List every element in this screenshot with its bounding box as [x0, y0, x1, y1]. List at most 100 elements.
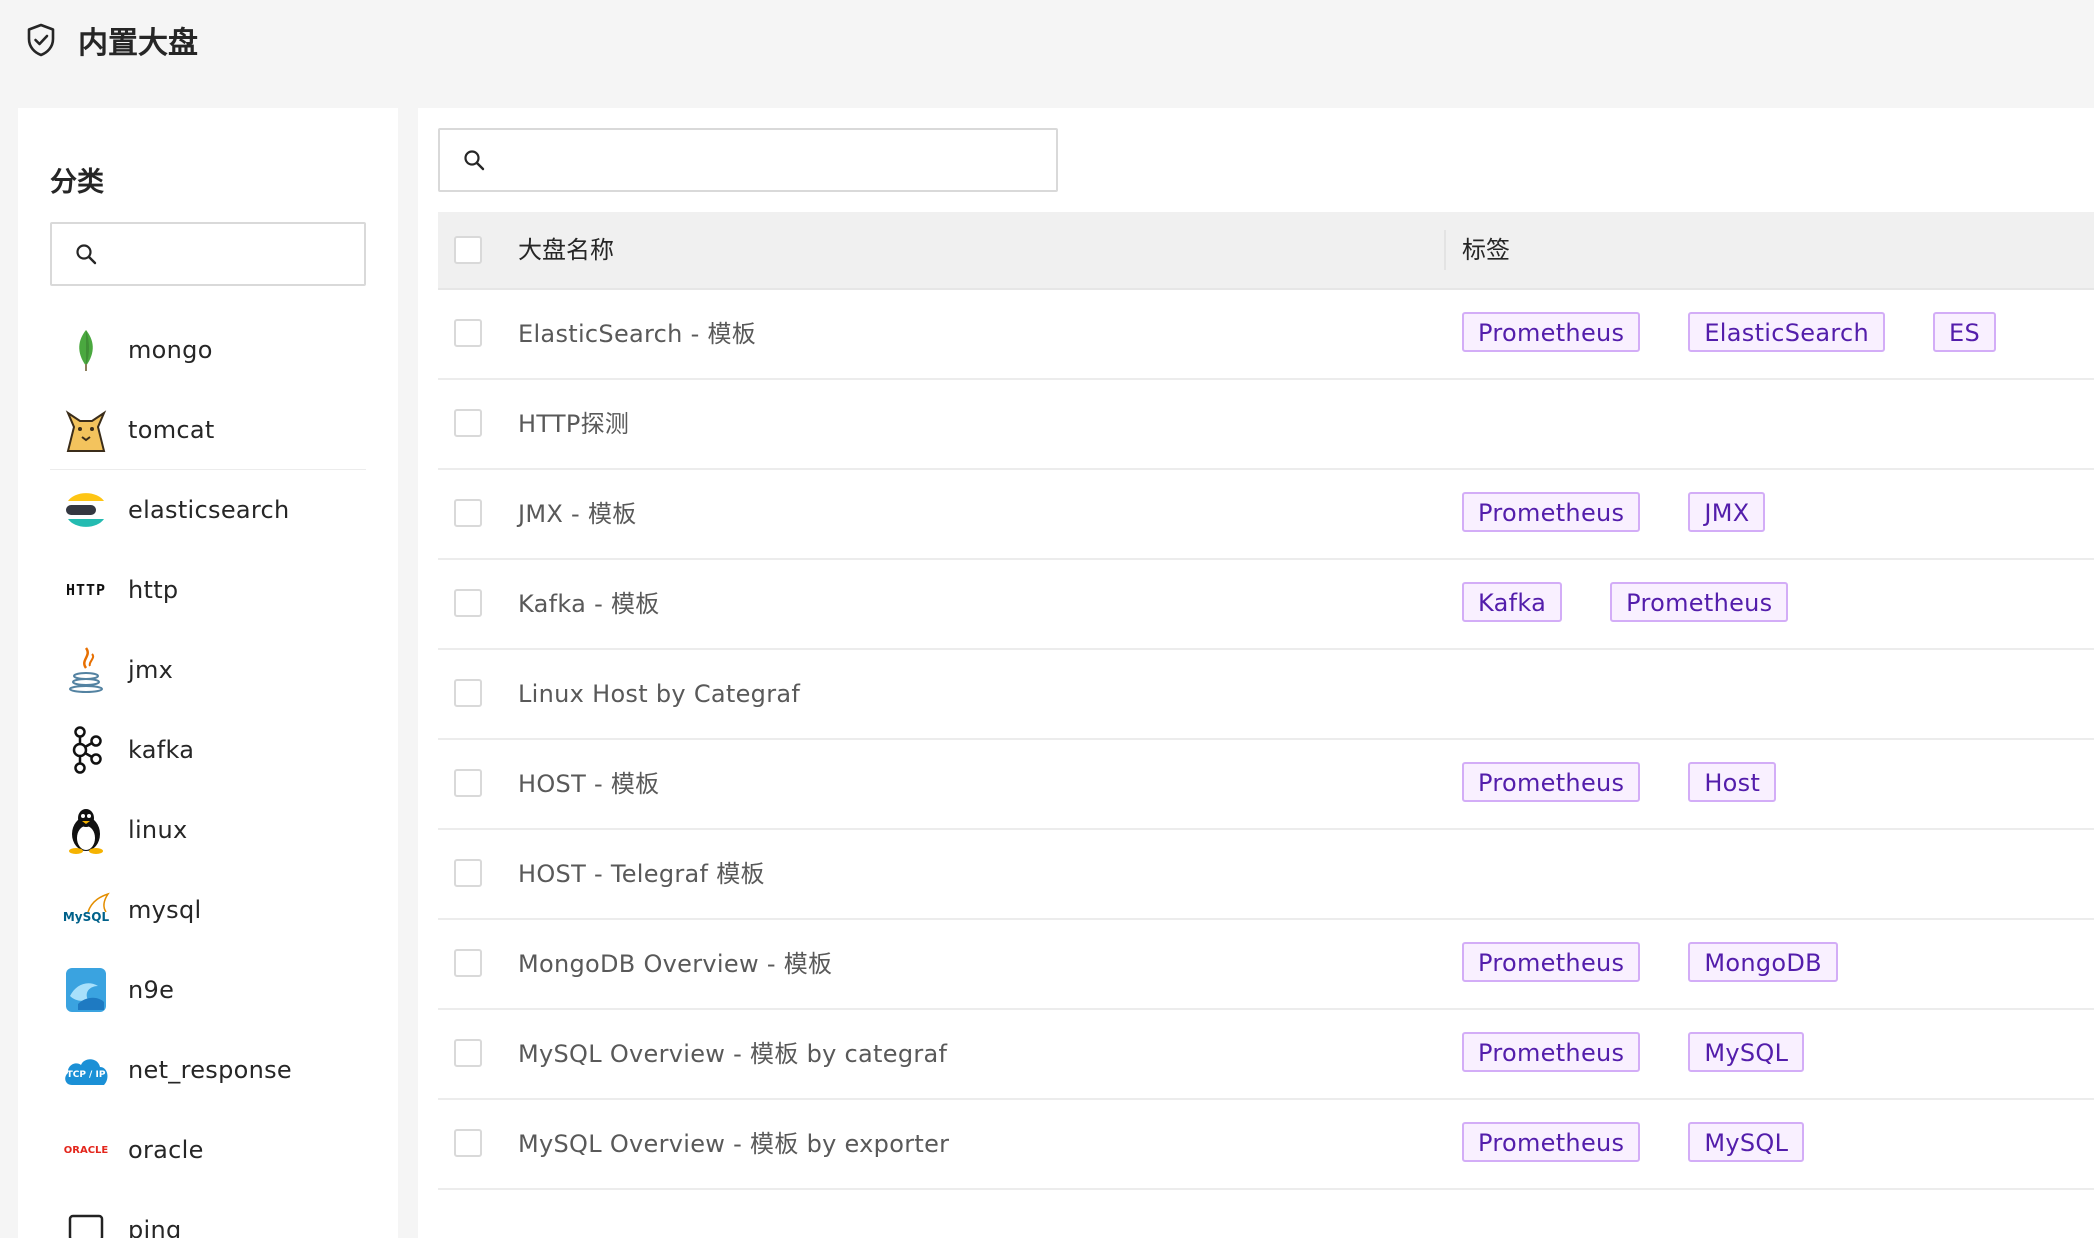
row-checkbox[interactable]: [454, 949, 482, 977]
row-checkbox[interactable]: [454, 679, 482, 707]
ping-icon: [62, 1206, 110, 1238]
category-item-oracle[interactable]: ORACLE oracle: [50, 1110, 366, 1190]
search-icon: [76, 244, 97, 265]
tag-badge[interactable]: Prometheus: [1462, 312, 1641, 352]
select-all-checkbox[interactable]: [454, 236, 482, 264]
row-checkbox[interactable]: [454, 1129, 482, 1157]
table-row[interactable]: JMX - 模板 Prometheus JMX: [438, 470, 2094, 560]
table-row[interactable]: Linux Host by Categraf: [438, 650, 2094, 740]
row-checkbox[interactable]: [454, 859, 482, 887]
tomcat-icon: [62, 406, 110, 454]
category-label: jmx: [128, 656, 174, 684]
category-item-ping[interactable]: ping: [50, 1190, 366, 1238]
category-list: mongo tomcat elasticsearch HTTP http jmx: [50, 310, 366, 1238]
table-row[interactable]: ElasticSearch - 模板 Prometheus ElasticSearc…: [438, 290, 2094, 380]
n9e-icon: [62, 966, 110, 1014]
category-item-net-response[interactable]: TCP / IP net_response: [50, 1030, 366, 1110]
mysql-icon: MySQL: [62, 886, 110, 934]
tag-list: Prometheus JMX: [1462, 492, 1813, 532]
kafka-icon: [62, 726, 110, 774]
category-label: ping: [128, 1216, 182, 1238]
category-label: mysql: [128, 896, 202, 924]
dashboard-search-input[interactable]: [500, 130, 1046, 190]
dashboard-name-link[interactable]: HOST - 模板: [518, 740, 659, 828]
row-checkbox[interactable]: [454, 499, 482, 527]
category-item-tomcat[interactable]: tomcat: [50, 390, 366, 470]
tag-badge[interactable]: Prometheus: [1462, 1032, 1641, 1072]
dashboard-name-link[interactable]: Linux Host by Categraf: [518, 650, 800, 738]
sidebar-title: 分类: [50, 167, 104, 198]
dashboard-name-link[interactable]: JMX - 模板: [518, 470, 637, 558]
category-item-linux[interactable]: linux: [50, 790, 366, 870]
page-header: 内置大盘: [0, 0, 2094, 80]
elasticsearch-icon: [62, 486, 110, 534]
category-search-input[interactable]: [112, 224, 354, 284]
oracle-icon: ORACLE: [63, 1144, 109, 1156]
mongo-icon: [62, 326, 110, 374]
linux-icon: [62, 806, 110, 854]
column-header-name: 大盘名称: [518, 236, 614, 264]
tag-badge[interactable]: Prometheus: [1462, 1122, 1641, 1162]
http-icon: HTTP: [65, 581, 107, 599]
category-label: elasticsearch: [128, 496, 290, 524]
table-row[interactable]: HOST - Telegraf 模板: [438, 830, 2094, 920]
tag-list: Prometheus MySQL: [1462, 1032, 1852, 1072]
tag-badge[interactable]: Prometheus: [1462, 762, 1641, 802]
tag-badge[interactable]: MySQL: [1688, 1122, 1805, 1162]
category-item-n9e[interactable]: n9e: [50, 950, 366, 1030]
tag-badge[interactable]: ElasticSearch: [1688, 312, 1885, 352]
row-checkbox[interactable]: [454, 409, 482, 437]
dashboard-name-link[interactable]: MongoDB Overview - 模板: [518, 920, 832, 1008]
category-label: kafka: [128, 736, 195, 764]
row-checkbox[interactable]: [454, 319, 482, 347]
category-search: [50, 222, 366, 286]
dashboard-name-link[interactable]: MySQL Overview - 模板 by categraf: [518, 1010, 947, 1098]
tag-badge[interactable]: ES: [1933, 312, 1996, 352]
tag-list: Prometheus MySQL: [1462, 1122, 1852, 1162]
table-row[interactable]: HOST - 模板 Prometheus Host: [438, 740, 2094, 830]
tag-list: Prometheus MongoDB: [1462, 942, 1886, 982]
tag-list: Prometheus Host: [1462, 762, 1824, 802]
dashboard-name-link[interactable]: HTTP探测: [518, 380, 629, 468]
shield-check-icon: [27, 23, 55, 57]
table-row[interactable]: MongoDB Overview - 模板 Prometheus MongoDB: [438, 920, 2094, 1010]
page-title: 内置大盘: [78, 26, 198, 61]
dashboard-search: [438, 128, 1058, 192]
category-item-jmx[interactable]: jmx: [50, 630, 366, 710]
tag-list: Kafka Prometheus: [1462, 582, 1836, 622]
table-row[interactable]: HTTP探测: [438, 380, 2094, 470]
tag-badge[interactable]: MongoDB: [1688, 942, 1838, 982]
column-divider: [1444, 230, 1446, 270]
tag-badge[interactable]: MySQL: [1688, 1032, 1805, 1072]
row-checkbox[interactable]: [454, 1039, 482, 1067]
tag-badge[interactable]: Prometheus: [1462, 942, 1641, 982]
dashboard-table: 大盘名称 标签 ElasticSearch - 模板 Prometheus Elas…: [438, 212, 2094, 1190]
tag-badge[interactable]: Host: [1688, 762, 1777, 802]
tag-badge[interactable]: Kafka: [1462, 582, 1563, 622]
tag-list: Prometheus ElasticSearch ES: [1462, 312, 2044, 352]
row-checkbox[interactable]: [454, 769, 482, 797]
category-item-kafka[interactable]: kafka: [50, 710, 366, 790]
table-row[interactable]: Kafka - 模板 Kafka Prometheus: [438, 560, 2094, 650]
table-row[interactable]: MySQL Overview - 模板 by categraf Prometheu…: [438, 1010, 2094, 1100]
table-row[interactable]: MySQL Overview - 模板 by exporter Prometheu…: [438, 1100, 2094, 1190]
category-label: n9e: [128, 976, 175, 1004]
tag-badge[interactable]: Prometheus: [1610, 582, 1789, 622]
tag-badge[interactable]: Prometheus: [1462, 492, 1641, 532]
category-label: tomcat: [128, 415, 215, 444]
category-item-elasticsearch[interactable]: elasticsearch: [50, 470, 366, 550]
category-item-mysql[interactable]: MySQL mysql: [50, 870, 366, 950]
dashboard-name-link[interactable]: MySQL Overview - 模板 by exporter: [518, 1100, 949, 1188]
tag-badge[interactable]: JMX: [1688, 492, 1766, 532]
column-header-tags: 标签: [1462, 236, 1510, 264]
table-header: 大盘名称 标签: [438, 212, 2094, 290]
dashboard-name-link[interactable]: Kafka - 模板: [518, 560, 660, 648]
tcp-ip-cloud-icon: TCP / IP: [62, 1046, 110, 1094]
dashboard-name-link[interactable]: ElasticSearch - 模板: [518, 290, 756, 378]
category-item-http[interactable]: HTTP http: [50, 550, 366, 630]
row-checkbox[interactable]: [454, 589, 482, 617]
category-item-mongo[interactable]: mongo: [50, 310, 366, 390]
category-label: http: [128, 576, 179, 604]
dashboard-name-link[interactable]: HOST - Telegraf 模板: [518, 830, 765, 918]
category-label: mongo: [128, 336, 213, 364]
